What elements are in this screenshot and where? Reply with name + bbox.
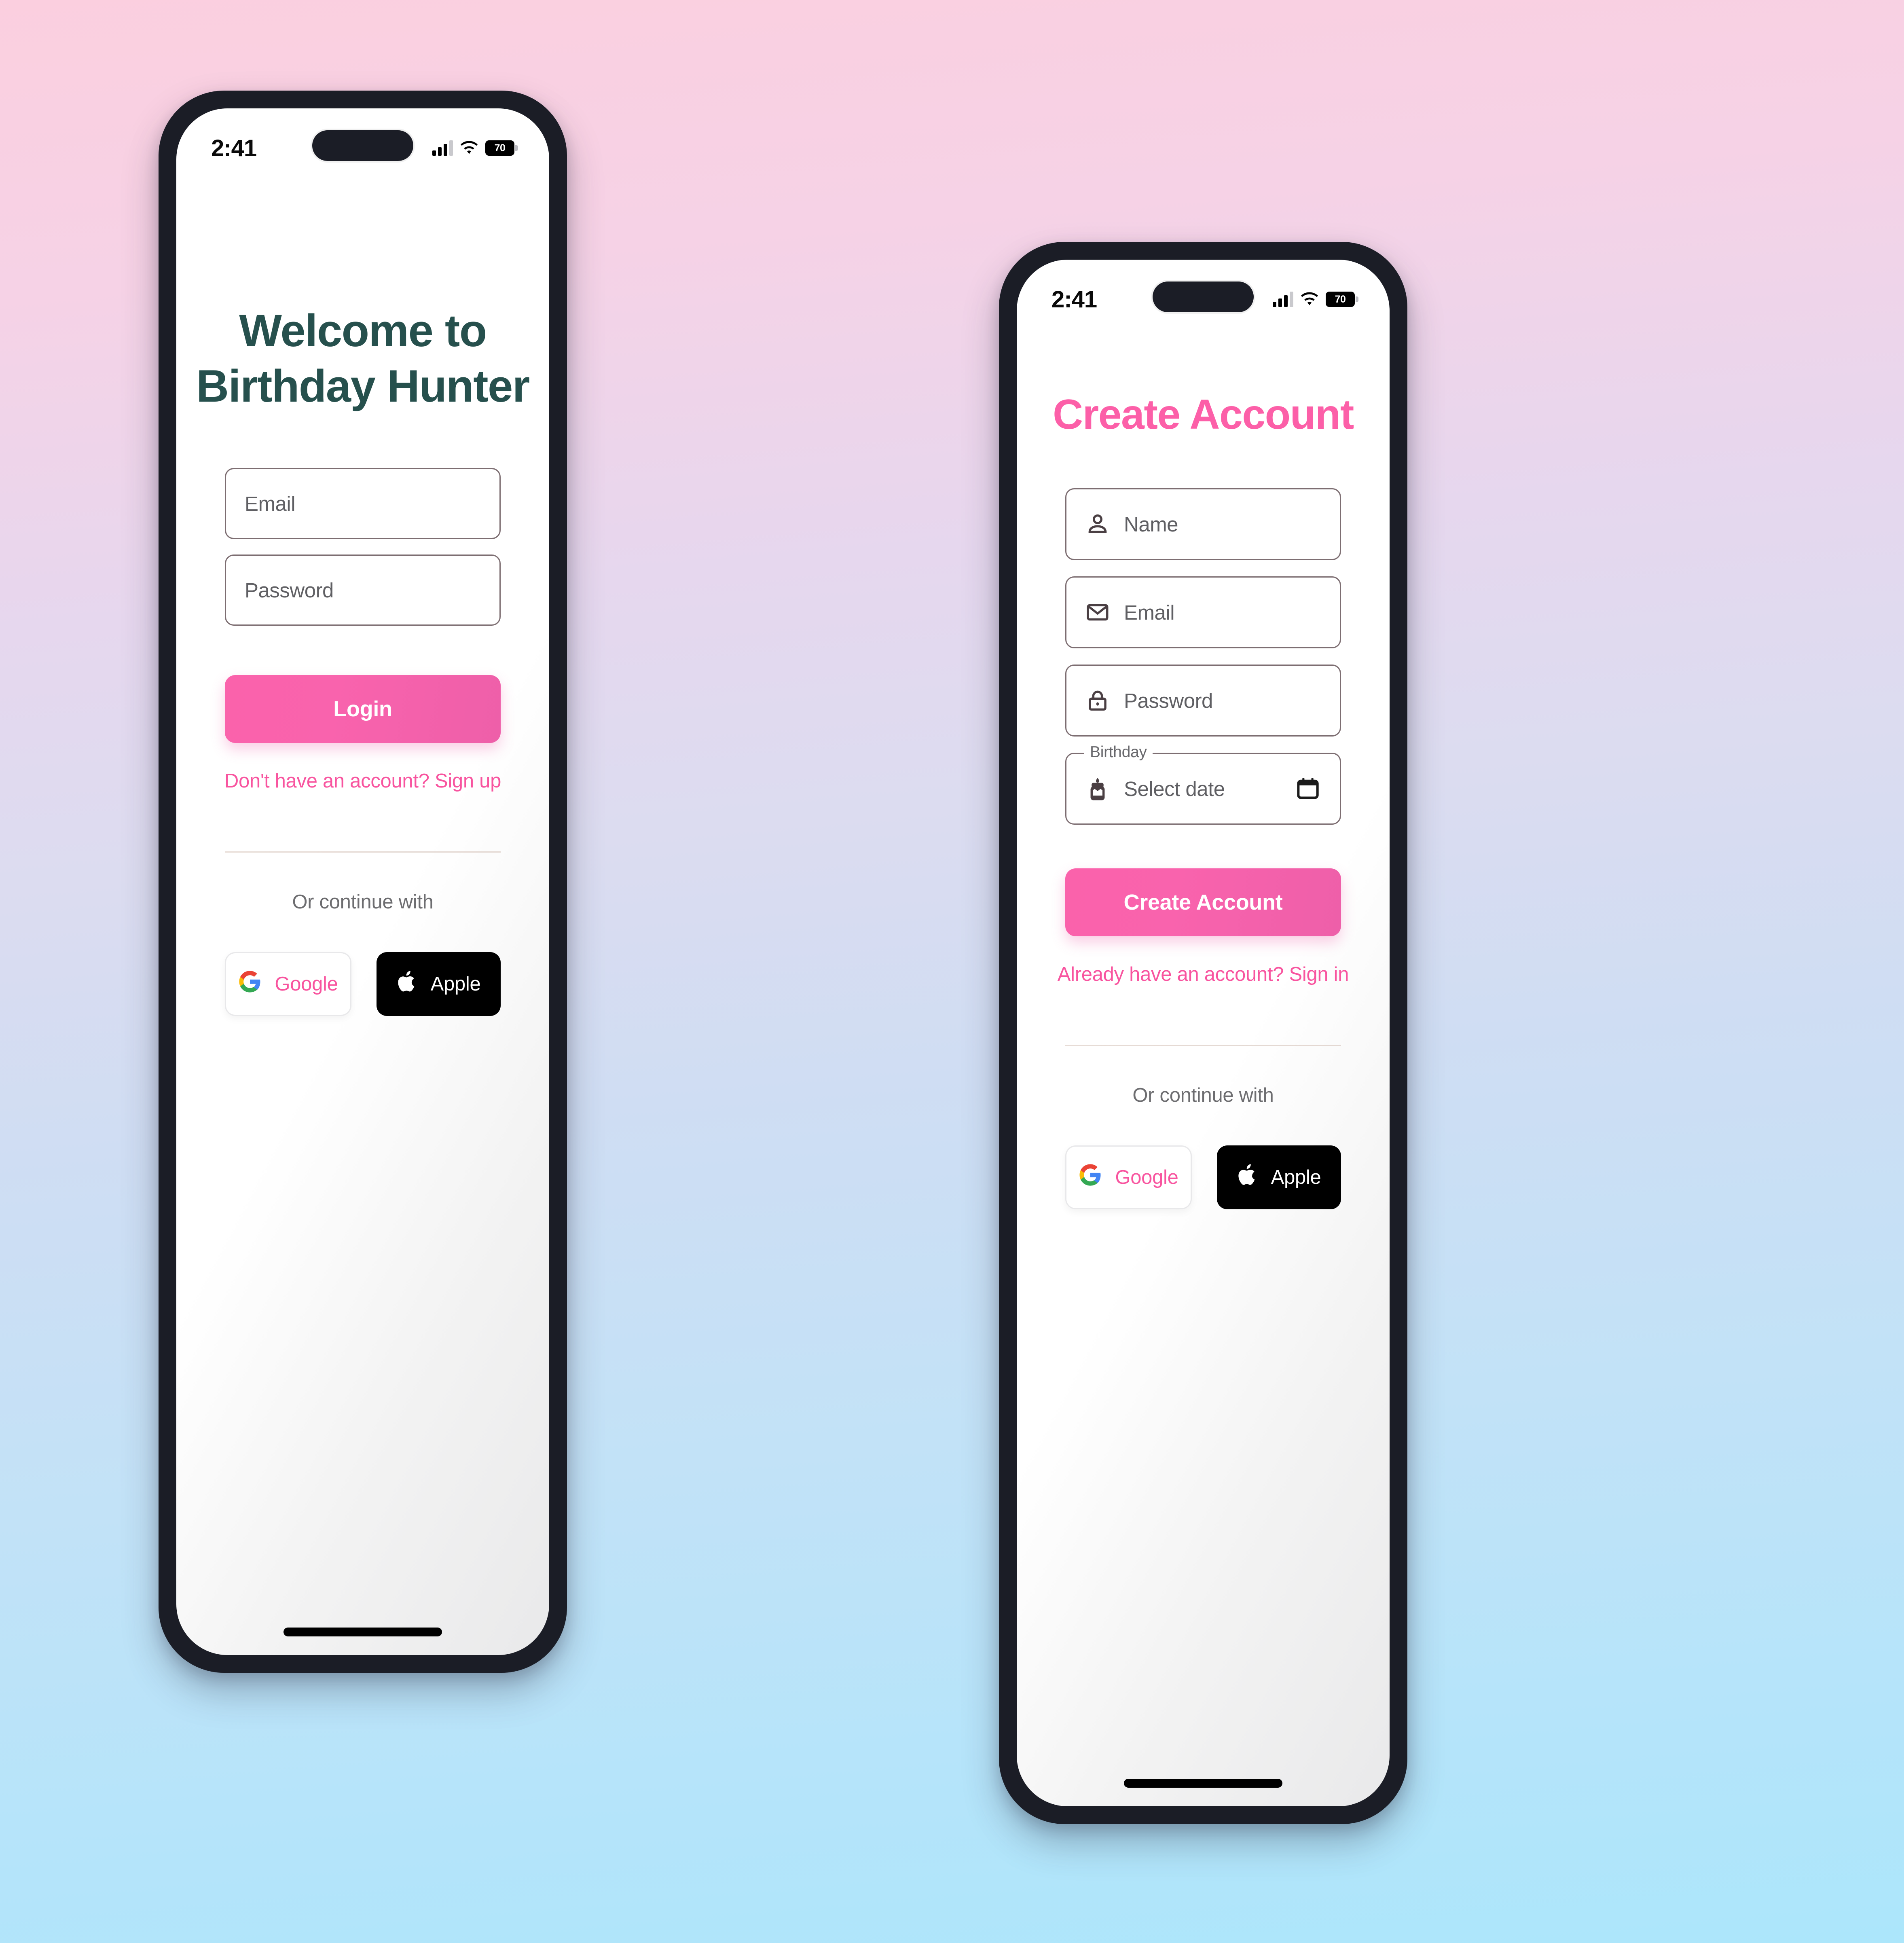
cellular-signal-icon [1273,292,1293,307]
signup-link[interactable]: Don't have an account? Sign up [176,770,549,792]
phone-login-device: 2:41 70 Welcome to Birthday Hunter Email… [159,91,567,1673]
google-button-label: Google [1115,1166,1178,1188]
page-title: Welcome to Birthday Hunter [176,303,549,414]
password-placeholder: Password [1124,689,1213,712]
status-indicators: 70 [1273,292,1358,307]
social-buttons-row: Google Apple [1065,1145,1341,1209]
phone-signup-device: 2:41 70 Create Account Name Email Passwo… [999,242,1407,1824]
apple-button-label: Apple [430,973,481,995]
battery-level: 70 [494,142,506,154]
home-indicator[interactable] [283,1628,442,1636]
password-placeholder: Password [245,578,334,602]
birthday-placeholder: Select date [1124,777,1225,800]
google-logo-icon [238,970,262,998]
page-title: Create Account [1053,391,1354,438]
apple-signin-button[interactable]: Apple [377,952,501,1016]
wifi-icon [460,141,478,155]
signup-form: Name Email Password Birthday Select date [1017,488,1390,825]
envelope-icon [1087,604,1109,621]
create-account-button[interactable]: Create Account [1065,868,1341,936]
apple-button-label: Apple [1271,1166,1321,1188]
password-field[interactable]: Password [1065,665,1341,737]
signup-screen: 2:41 70 Create Account Name Email Passwo… [1017,260,1390,1806]
cellular-signal-icon [432,140,453,156]
email-placeholder: Email [1124,601,1175,624]
dynamic-island [1153,282,1254,312]
battery-icon: 70 [485,140,518,156]
name-field[interactable]: Name [1065,488,1341,560]
login-form: Email Password [176,468,549,626]
lock-icon [1089,690,1106,711]
login-button[interactable]: Login [225,675,501,743]
or-continue-label: Or continue with [1132,1084,1274,1106]
google-signin-button[interactable]: Google [225,952,351,1016]
google-button-label: Google [275,973,338,995]
calendar-icon[interactable] [1295,775,1321,802]
email-placeholder: Email [245,492,296,515]
social-buttons-row: Google Apple [225,952,501,1016]
battery-icon: 70 [1326,292,1358,307]
divider [225,851,501,853]
email-field[interactable]: Email [225,468,501,540]
apple-logo-icon [397,969,418,999]
name-placeholder: Name [1124,512,1178,536]
signup-content: Create Account Name Email Password Birth… [1017,339,1390,1209]
divider [1065,1045,1341,1046]
birthday-field[interactable]: Birthday Select date [1065,743,1341,825]
birthday-cake-icon [1090,778,1105,800]
google-signup-button[interactable]: Google [1065,1145,1192,1209]
apple-signup-button[interactable]: Apple [1217,1145,1341,1209]
google-logo-icon [1079,1163,1102,1192]
login-screen: 2:41 70 Welcome to Birthday Hunter Email… [176,108,549,1655]
birthday-label: Birthday [1084,743,1153,761]
battery-level: 70 [1335,293,1346,305]
welcome-line-2: Birthday Hunter [196,360,530,411]
email-field[interactable]: Email [1065,576,1341,648]
person-icon [1088,514,1107,533]
apple-logo-icon [1237,1162,1258,1192]
status-time: 2:41 [211,135,257,161]
welcome-line-1: Welcome to [239,305,487,356]
signin-link[interactable]: Already have an account? Sign in [1017,963,1390,986]
dynamic-island [312,130,413,161]
wifi-icon [1301,292,1318,307]
home-indicator[interactable] [1124,1779,1282,1788]
password-field[interactable]: Password [225,555,501,626]
status-time: 2:41 [1051,286,1097,313]
or-continue-label: Or continue with [292,891,434,913]
login-content: Welcome to Birthday Hunter Email Passwor… [176,188,549,1016]
status-indicators: 70 [432,140,518,156]
